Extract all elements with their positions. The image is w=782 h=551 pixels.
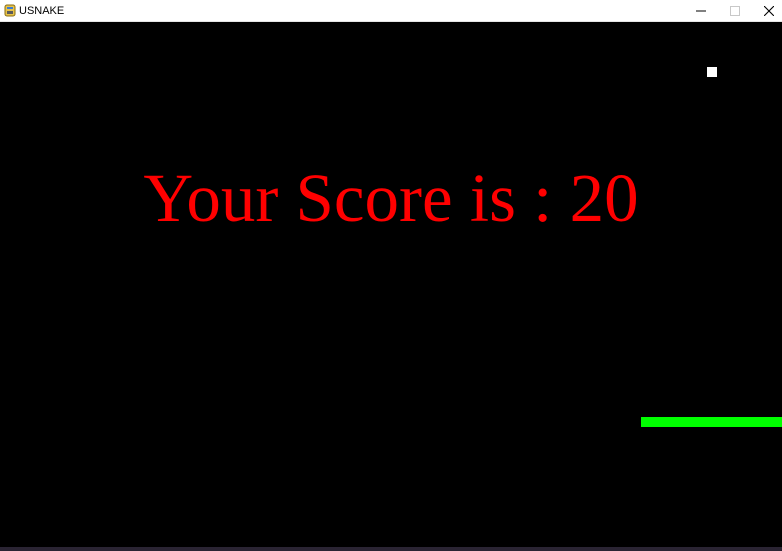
- maximize-icon: [730, 6, 740, 16]
- close-icon: [764, 6, 774, 16]
- game-canvas: Your Score is : 20: [0, 22, 782, 547]
- title-bar[interactable]: USNAKE: [0, 0, 782, 22]
- snake-body: [641, 417, 782, 427]
- pygame-snake-icon: [4, 4, 16, 17]
- game-window: USNAKE Your Score is : 20: [0, 0, 782, 551]
- minimize-button[interactable]: [684, 0, 718, 22]
- food-pellet: [707, 67, 717, 77]
- window-bottom-edge: [0, 547, 782, 551]
- score-message: Your Score is : 20: [143, 160, 639, 236]
- window-title: USNAKE: [19, 5, 65, 17]
- minimize-icon: [696, 10, 706, 12]
- maximize-button[interactable]: [718, 0, 752, 22]
- close-button[interactable]: [752, 0, 782, 22]
